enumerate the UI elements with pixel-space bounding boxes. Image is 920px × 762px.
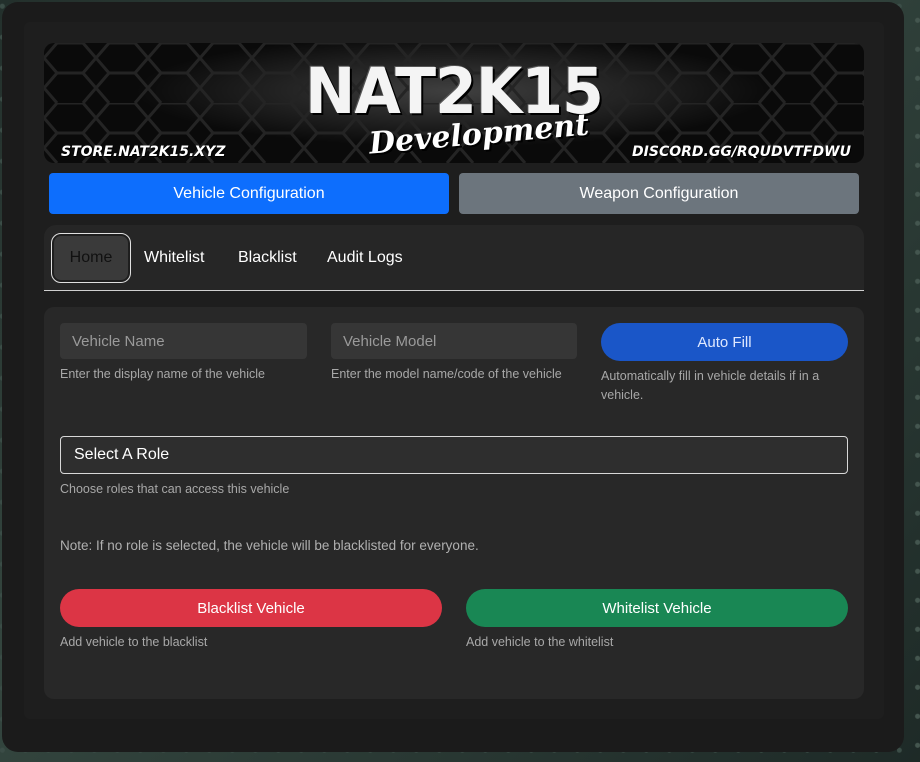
whitelist-help: Add vehicle to the whitelist (466, 635, 614, 649)
tab-home[interactable]: Home (51, 233, 131, 283)
tab-whitelist[interactable]: Whitelist (144, 233, 204, 283)
header-banner: NAT2K15 Development STORE.NAT2K15.XYZ DI… (44, 43, 864, 163)
auto-fill-button[interactable]: Auto Fill (601, 323, 848, 361)
vehicle-configuration-button[interactable]: Vehicle Configuration (49, 173, 449, 214)
role-select[interactable]: Select A Role (60, 436, 848, 474)
vehicle-model-input[interactable] (331, 323, 577, 359)
vehicle-name-help: Enter the display name of the vehicle (60, 367, 265, 381)
tab-audit-logs[interactable]: Audit Logs (327, 233, 403, 283)
auto-fill-help: Automatically fill in vehicle details if… (601, 369, 820, 402)
weapon-configuration-button[interactable]: Weapon Configuration (459, 173, 859, 214)
blacklist-vehicle-button[interactable]: Blacklist Vehicle (60, 589, 442, 627)
role-select-help: Choose roles that can access this vehicl… (60, 482, 290, 496)
tab-blacklist[interactable]: Blacklist (238, 233, 297, 283)
logo-title: NAT2K15 (305, 55, 604, 129)
discord-link-text: DISCORD.GG/RQUDVTFDWU (632, 144, 851, 160)
role-note: Note: If no role is selected, the vehicl… (60, 538, 479, 553)
nav-tabs: Home Whitelist Blacklist Audit Logs (44, 225, 864, 291)
vehicle-model-help: Enter the model name/code of the vehicle (331, 367, 562, 381)
store-link-text: STORE.NAT2K15.XYZ (61, 144, 226, 160)
blacklist-help: Add vehicle to the blacklist (60, 635, 208, 649)
whitelist-vehicle-button[interactable]: Whitelist Vehicle (466, 589, 848, 627)
vehicle-name-input[interactable] (60, 323, 307, 359)
vehicle-form: Enter the display name of the vehicle En… (44, 307, 864, 699)
